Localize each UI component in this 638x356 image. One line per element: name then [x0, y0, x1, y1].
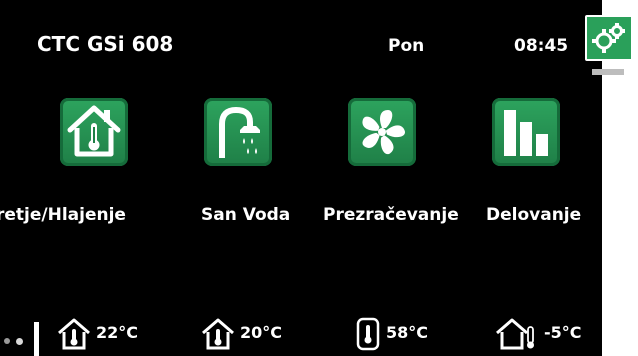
- tile-heating-cooling[interactable]: [60, 98, 128, 166]
- tile-ventilation[interactable]: [348, 98, 416, 166]
- status-outdoor-temp: -5°C: [544, 323, 582, 342]
- tile-label-hot-water[interactable]: San Voda: [201, 205, 290, 225]
- house-thermometer-icon: [58, 318, 90, 350]
- house-thermometer-icon: [202, 318, 234, 350]
- scrollbar-track[interactable]: [605, 86, 617, 348]
- page-indicator-dot: [4, 338, 10, 344]
- outdoor-thermometer-icon: [496, 318, 534, 350]
- status-water-temp: 58°C: [386, 323, 429, 342]
- page-indicator-dot: [16, 338, 23, 345]
- scrollbar-thumb[interactable]: [592, 69, 624, 75]
- status-room-temp-2: 20°C: [240, 323, 283, 342]
- gears-icon: [592, 23, 625, 53]
- device-title: CTC GSi 608: [37, 32, 174, 56]
- house-thermometer-icon: [67, 105, 121, 157]
- status-room-temp-1: 22°C: [96, 323, 139, 342]
- settings-button[interactable]: [585, 15, 633, 61]
- tile-label-ventilation[interactable]: Prezračevanje: [323, 205, 459, 225]
- tank-thermometer-icon: [356, 317, 380, 351]
- bar-chart-icon: [504, 110, 548, 156]
- fan-icon: [362, 110, 405, 155]
- screen: CTC GSi 608 Pon 08:45 retje/Hlajenje San…: [0, 0, 602, 356]
- tile-label-operation[interactable]: Delovanje: [486, 205, 581, 225]
- day-label: Pon: [388, 36, 425, 56]
- page-indicator-active: [34, 322, 39, 356]
- clock: 08:45: [514, 36, 569, 56]
- tile-operation[interactable]: [492, 98, 560, 166]
- tile-hot-water[interactable]: [204, 98, 272, 166]
- tile-label-heating-cooling[interactable]: retje/Hlajenje: [0, 205, 126, 225]
- shower-icon: [219, 106, 260, 158]
